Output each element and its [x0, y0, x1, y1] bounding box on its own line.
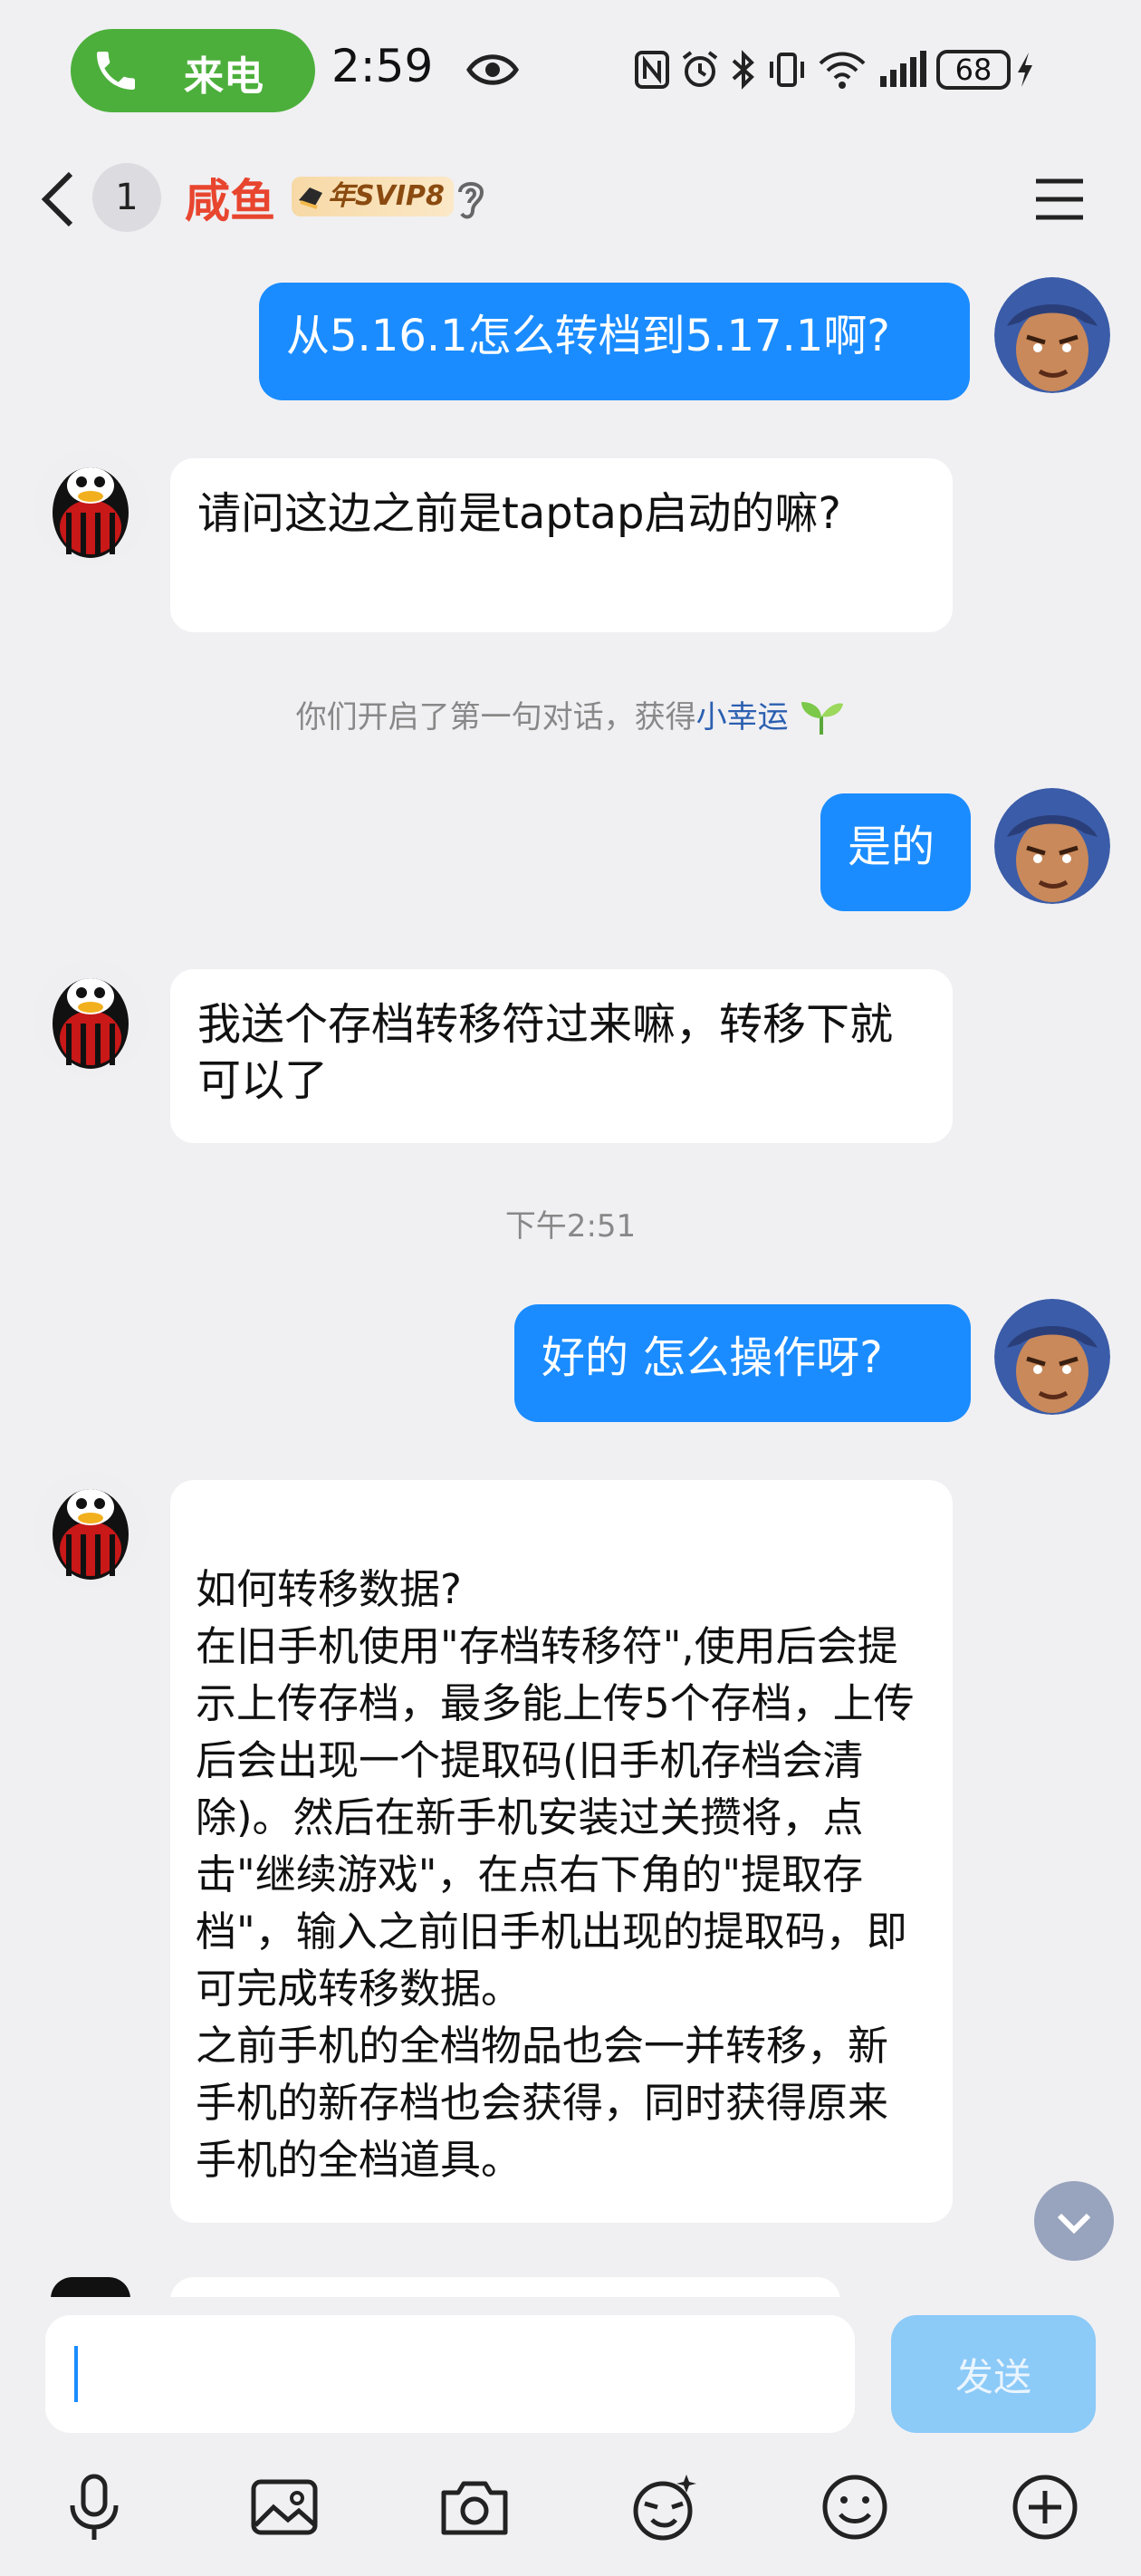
composer: 发送 — [0, 2297, 1141, 2576]
outgoing-message-bubble[interactable]: 从5.16.1怎么转档到5.17.1啊? — [259, 283, 970, 400]
composer-toolbar — [0, 2451, 1141, 2560]
message-input[interactable] — [45, 2315, 855, 2433]
outgoing-message-bubble[interactable]: 好的 怎么操作呀? — [514, 1304, 971, 1422]
message-text: 好的 怎么操作呀? — [542, 1332, 883, 1383]
image-icon[interactable] — [248, 2471, 321, 2543]
message-text: 从5.16.1怎么转档到5.17.1啊? — [286, 311, 890, 361]
signal-icon — [880, 51, 926, 87]
back-arrow-icon[interactable] — [36, 170, 82, 228]
message-text: 如何转移数据? 在旧手机使用"存档转移符",使用后会提示上传存档，最多能上传5个… — [196, 1565, 915, 2184]
system-icons: 68 — [634, 43, 1045, 96]
my-avatar[interactable] — [994, 277, 1110, 393]
chat-header: 1 咸鱼 年SVIP8 — [0, 136, 1141, 263]
system-notice-text: 你们开启了第一句对话，获得 — [295, 699, 696, 735]
contact-avatar[interactable] — [33, 449, 149, 565]
incoming-message-bubble[interactable]: 如何转移数据? 在旧手机使用"存档转移符",使用后会提示上传存档，最多能上传5个… — [170, 1480, 953, 2223]
svip-badge: 年SVIP8 — [292, 177, 454, 216]
svip-label: 年SVIP8 — [328, 180, 445, 212]
eye-icon — [466, 54, 519, 85]
text-caret — [74, 2346, 78, 2402]
chevron-down-icon — [1057, 2213, 1091, 2235]
plus-icon[interactable] — [1009, 2471, 1081, 2543]
incoming-call-pill[interactable]: 来电 — [71, 29, 315, 112]
lucky-link[interactable]: 小幸运 — [696, 699, 789, 735]
contact-avatar[interactable] — [33, 1471, 149, 1587]
charging-icon — [1018, 53, 1032, 87]
outgoing-message-bubble[interactable]: 是的 — [820, 793, 971, 911]
my-avatar[interactable] — [994, 1299, 1110, 1415]
call-label: 来电 — [184, 53, 264, 100]
my-avatar[interactable] — [994, 788, 1110, 904]
system-notice: 你们开启了第一句对话，获得小幸运 — [0, 692, 1141, 736]
magic-face-icon[interactable] — [628, 2471, 701, 2543]
contact-avatar[interactable] — [33, 960, 149, 1076]
chat-title[interactable]: 咸鱼 — [185, 165, 275, 230]
bluetooth-icon — [732, 50, 754, 90]
message-text: 我送个存档转移符过来嘛，转移下就可以了 — [197, 999, 894, 1106]
next-avatar-peek — [51, 2277, 130, 2299]
wifi-icon — [819, 52, 866, 89]
unread-count-badge[interactable]: 1 — [92, 163, 161, 232]
phone-icon — [97, 52, 135, 90]
sprout-icon — [801, 702, 844, 735]
scroll-to-bottom-button[interactable] — [1034, 2181, 1114, 2261]
ear-icon[interactable] — [453, 176, 489, 223]
alarm-icon — [682, 51, 718, 87]
message-timestamp: 下午2:51 — [504, 1208, 637, 1245]
nfc-icon — [635, 51, 669, 89]
incoming-message-bubble[interactable]: 我送个存档转移符过来嘛，转移下就可以了 — [170, 969, 953, 1143]
battery-indicator: 68 — [936, 50, 1011, 90]
incoming-message-bubble[interactable]: 请问这边之前是taptap启动的嘛? — [170, 458, 953, 632]
status-bar: 来电 2:59 68 — [0, 0, 1141, 136]
camera-icon[interactable] — [438, 2471, 511, 2543]
emoji-icon[interactable] — [819, 2471, 891, 2543]
message-text: 是的 — [848, 822, 935, 872]
status-time: 2:59 — [331, 40, 434, 92]
vibrate-icon — [770, 53, 804, 87]
vip-cap-icon — [299, 187, 322, 209]
message-text: 请问这边之前是taptap启动的嘛? — [197, 488, 841, 539]
menu-icon[interactable] — [1032, 174, 1087, 225]
microphone-icon[interactable] — [58, 2471, 130, 2543]
send-button[interactable]: 发送 — [891, 2315, 1096, 2433]
